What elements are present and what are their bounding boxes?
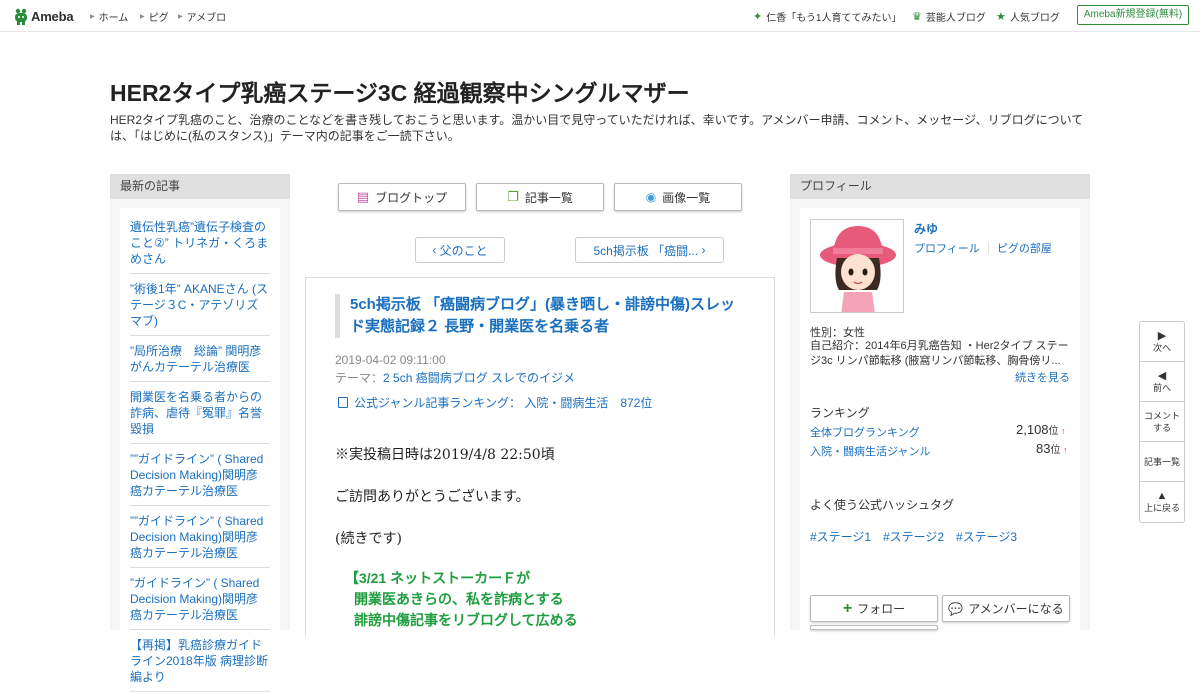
hashtag-link[interactable]: #ステージ3 — [956, 528, 1017, 545]
prev-article-button[interactable]: ‹ 父のこと — [415, 237, 505, 263]
arrow-up-icon: ↑ — [1060, 445, 1068, 455]
read-more-link[interactable]: 続きを見る — [1015, 369, 1070, 385]
celebrity-blog-link[interactable]: ♛ 芸能人ブログ — [912, 9, 986, 24]
crown-icon: ♛ — [912, 11, 922, 23]
ranking-heading: ランキング — [810, 406, 870, 420]
nav-home[interactable]: ▶ ホーム — [90, 9, 128, 24]
profile-intro: 自己紹介：2014年6月乳癌告知 ・Her2タイプ ステージ3c リンパ節転移 … — [810, 340, 1069, 367]
popular-blog-link[interactable]: ★ 人気ブログ — [996, 9, 1060, 24]
ranking-icon — [338, 397, 348, 408]
chevron-right-icon: › — [698, 243, 706, 257]
tab-image-list[interactable]: ◉ 画像一覧 — [614, 183, 742, 211]
arrow-up-icon: ↑ — [1058, 426, 1066, 436]
sparkle-icon: ✦ — [753, 11, 763, 23]
chat-bubble-icon: 💬 — [948, 601, 964, 616]
prev-nav-button[interactable]: ◀ 前へ — [1140, 362, 1184, 402]
nav-pigg[interactable]: ▶ ピグ — [140, 9, 169, 24]
next-article-button[interactable]: 5ch掲示板 「癌闘... › — [575, 237, 724, 263]
profile-link[interactable]: プロフィール — [914, 243, 980, 255]
recent-article-link[interactable]: ””ガイドライン” ( Shared Decision Making)関明彦癌カ… — [130, 512, 270, 568]
floating-side-nav: ▶ 次へ ◀ 前へ コメントする 記事一覧 ▲ 上に戻る — [1139, 321, 1185, 523]
avatar-illustration — [820, 226, 896, 312]
profile-links: プロフィール ｜ ピグの部屋 — [914, 243, 1052, 255]
back-to-top-button[interactable]: ▲ 上に戻る — [1140, 482, 1184, 522]
profile-gender: 性別：女性 — [810, 327, 865, 339]
logo-text: Ameba — [31, 8, 74, 24]
article-paragraph: ご訪問ありがとうございます。 — [335, 489, 530, 505]
recent-article-link[interactable]: 開業医を名乗る者からの詐病、虐待『冤罪』名誉毀損 — [130, 388, 270, 444]
pigg-room-link[interactable]: ピグの部屋 — [997, 243, 1052, 255]
next-nav-button[interactable]: ▶ 次へ — [1140, 322, 1184, 362]
follow-button[interactable]: + フォロー — [810, 595, 938, 622]
ranking-overall-value: 2,108位 ↑ — [1016, 422, 1066, 437]
document-icon: ▤ — [356, 189, 370, 204]
tab-article-list[interactable]: ❐ 記事一覧 — [476, 183, 604, 211]
ranking-genre-label[interactable]: 入院・闘病生活ジャンル — [810, 443, 930, 459]
plus-icon: + — [842, 599, 853, 617]
nav-ameblo[interactable]: ▶ アメブロ — [178, 9, 226, 24]
ranking-overall-label[interactable]: 全体ブログランキング — [810, 424, 920, 440]
article-highlight: 【3/21 ネットストーカーＦが 開業医あきらの、私を詐病とする 誹謗中傷記事を… — [345, 570, 578, 628]
article-theme: テーマ：2 5ch 癌闘病ブログ スレでのイジメ — [335, 371, 576, 385]
register-button[interactable]: Ameba新規登録(無料) — [1077, 5, 1189, 25]
recent-article-link[interactable]: ””ガイドライン” ( Shared Decision Making)関明彦癌カ… — [130, 450, 270, 506]
amember-button[interactable]: 💬 アメンバーになる — [942, 595, 1070, 622]
hashtag-link[interactable]: #ステージ2 — [883, 528, 944, 545]
recent-article-link[interactable]: ”局所治療 総論” 関明彦がんカテーテル治療医 — [130, 342, 270, 382]
triangle-left-icon: ◀ — [1157, 369, 1167, 382]
copy-icon: ❐ — [507, 189, 519, 204]
star-icon: ★ — [996, 11, 1006, 23]
ranking-genre-value: 83位 ↑ — [1036, 441, 1068, 456]
avatar[interactable] — [810, 219, 904, 313]
tab-blog-top[interactable]: ▤ ブログトップ — [338, 183, 466, 211]
triangle-up-icon: ▲ — [1156, 490, 1168, 502]
hashtag-heading: よく使う公式ハッシュタグ — [810, 498, 955, 512]
article-paragraph: ※実投稿日時は2019/4/8 22:50頃 — [335, 447, 555, 463]
hashtag-link[interactable]: #ステージ1 — [810, 528, 871, 545]
profile-heading: プロフィール — [790, 174, 1090, 199]
article-date: 2019-04-02 09:11:00 — [335, 353, 446, 367]
profile-name[interactable]: みゆ — [914, 220, 938, 237]
article-paragraph: (続きです) — [335, 531, 402, 547]
comment-nav-button[interactable]: コメントする — [1140, 402, 1184, 442]
recent-article-link[interactable]: ”術後1年” AKANEさん (ステージ３C・アテゾリズマブ) — [130, 280, 270, 336]
theme-link[interactable]: 2 5ch 癌闘病ブログ スレでのイジメ — [383, 371, 575, 385]
topbar-featured-link[interactable]: ✦ 仁香「もう1人育ててみたい」 — [753, 9, 901, 24]
recent-article-link[interactable]: ”ガイドライン” ( Shared Decision Making)関明彦癌カテ… — [130, 574, 270, 630]
recent-articles-list: 遺伝性乳癌”遺伝子検査のこと②” トリネガ・くろまめさん ”術後1年” AKAN… — [120, 208, 280, 692]
ameba-logo[interactable]: Ameba — [14, 7, 74, 25]
ameba-logo-icon — [15, 8, 27, 25]
blog-description: HER2タイプ乳癌のこと、治療のことなどを書き残しておこうと思います。温かい目で… — [110, 113, 1084, 143]
article-ranking[interactable]: 公式ジャンル記事ランキング： 入院・闘病生活 872位 — [338, 394, 652, 411]
triangle-right-icon: ▶ — [1157, 329, 1167, 342]
extra-button[interactable] — [810, 625, 938, 630]
top-bar: Ameba ▶ ホーム ▶ ピグ ▶ アメブロ ✦ 仁香「もう1人育ててみたい」 ♛ … — [0, 0, 1200, 32]
recent-article-link[interactable]: 遺伝性乳癌”遺伝子検査のこと②” トリネガ・くろまめさん — [130, 218, 270, 274]
article-title[interactable]: 5ch掲示板 「癌闘病ブログ」(暴き晒し・誹謗中傷)スレッド実態記録２ 長野・開… — [335, 294, 735, 338]
camera-icon: ◉ — [645, 190, 657, 204]
recent-articles-heading: 最新の記事 — [110, 174, 290, 199]
chevron-left-icon: ‹ — [432, 243, 440, 257]
recent-article-link[interactable]: 【再掲】乳癌診療ガイドライン2018年版 病理診断編より — [130, 636, 270, 692]
blog-title[interactable]: HER2タイプ乳癌ステージ3C 経過観察中シングルマザー — [110, 74, 690, 108]
article-list-nav-button[interactable]: 記事一覧 — [1140, 442, 1184, 482]
